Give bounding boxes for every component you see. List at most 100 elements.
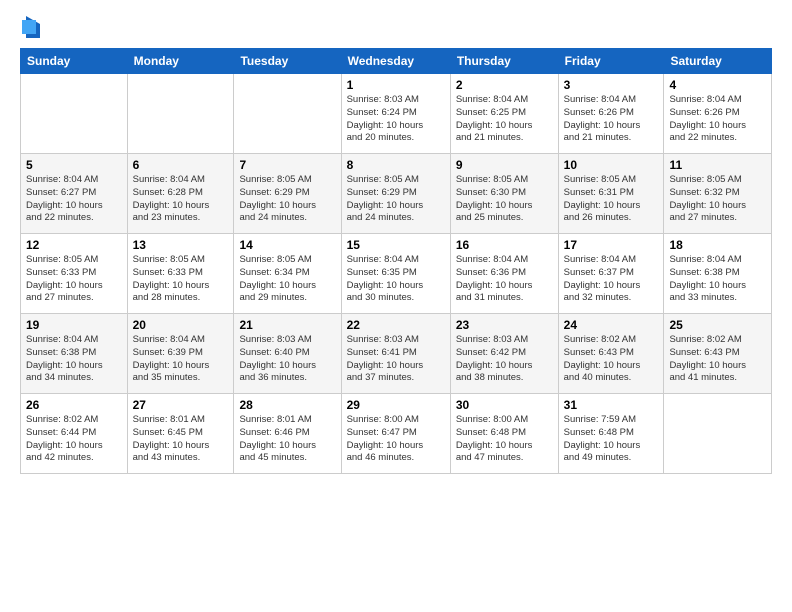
day-info: Sunrise: 8:01 AM Sunset: 6:45 PM Dayligh… bbox=[133, 414, 229, 465]
day-info: Sunrise: 8:05 AM Sunset: 6:30 PM Dayligh… bbox=[456, 174, 553, 225]
calendar-cell: 5 Sunrise: 8:04 AM Sunset: 6:27 PM Daylig… bbox=[21, 154, 128, 234]
calendar-cell: 6 Sunrise: 8:04 AM Sunset: 6:28 PM Daylig… bbox=[127, 154, 234, 234]
day-number: 17 bbox=[564, 238, 659, 252]
day-info: Sunrise: 8:04 AM Sunset: 6:37 PM Dayligh… bbox=[564, 254, 659, 305]
day-number: 7 bbox=[239, 158, 335, 172]
day-info: Sunrise: 7:59 AM Sunset: 6:48 PM Dayligh… bbox=[564, 414, 659, 465]
calendar-cell: 19 Sunrise: 8:04 AM Sunset: 6:38 PM Dayli… bbox=[21, 314, 128, 394]
day-info: Sunrise: 8:04 AM Sunset: 6:35 PM Dayligh… bbox=[347, 254, 445, 305]
day-number: 4 bbox=[669, 78, 766, 92]
calendar-cell: 10Sunrise: 8:05 AM Sunset: 6:31 PM Dayli… bbox=[558, 154, 664, 234]
day-number: 3 bbox=[564, 78, 659, 92]
day-info: Sunrise: 8:04 AM Sunset: 6:39 PM Dayligh… bbox=[133, 334, 229, 385]
calendar-cell: 2 Sunrise: 8:04 AM Sunset: 6:25 PM Daylig… bbox=[450, 74, 558, 154]
day-info: Sunrise: 8:00 AM Sunset: 6:48 PM Dayligh… bbox=[456, 414, 553, 465]
calendar-cell: 22 Sunrise: 8:03 AM Sunset: 6:41 PM Dayli… bbox=[341, 314, 450, 394]
day-info: Sunrise: 8:05 AM Sunset: 6:29 PM Dayligh… bbox=[239, 174, 335, 225]
calendar-cell: 15 Sunrise: 8:04 AM Sunset: 6:35 PM Dayli… bbox=[341, 234, 450, 314]
page-header bbox=[20, 16, 772, 38]
day-number: 29 bbox=[347, 398, 445, 412]
calendar-cell bbox=[664, 394, 772, 474]
day-info: Sunrise: 8:04 AM Sunset: 6:27 PM Dayligh… bbox=[26, 174, 122, 225]
day-number: 11 bbox=[669, 158, 766, 172]
day-number: 9 bbox=[456, 158, 553, 172]
calendar-cell bbox=[127, 74, 234, 154]
day-number: 21 bbox=[239, 318, 335, 332]
day-number: 14 bbox=[239, 238, 335, 252]
calendar-cell: 31Sunrise: 7:59 AM Sunset: 6:48 PM Dayli… bbox=[558, 394, 664, 474]
day-info: Sunrise: 8:03 AM Sunset: 6:42 PM Dayligh… bbox=[456, 334, 553, 385]
calendar-week-1: 1 Sunrise: 8:03 AM Sunset: 6:24 PM Daylig… bbox=[21, 74, 772, 154]
weekday-header-tuesday: Tuesday bbox=[234, 49, 341, 74]
calendar-cell: 1 Sunrise: 8:03 AM Sunset: 6:24 PM Daylig… bbox=[341, 74, 450, 154]
day-info: Sunrise: 8:05 AM Sunset: 6:32 PM Dayligh… bbox=[669, 174, 766, 225]
day-number: 22 bbox=[347, 318, 445, 332]
day-number: 5 bbox=[26, 158, 122, 172]
day-info: Sunrise: 8:04 AM Sunset: 6:25 PM Dayligh… bbox=[456, 94, 553, 145]
calendar-cell: 28 Sunrise: 8:01 AM Sunset: 6:46 PM Dayli… bbox=[234, 394, 341, 474]
calendar-week-4: 19 Sunrise: 8:04 AM Sunset: 6:38 PM Dayli… bbox=[21, 314, 772, 394]
day-number: 28 bbox=[239, 398, 335, 412]
calendar-cell: 4 Sunrise: 8:04 AM Sunset: 6:26 PM Daylig… bbox=[664, 74, 772, 154]
calendar-cell: 8 Sunrise: 8:05 AM Sunset: 6:29 PM Daylig… bbox=[341, 154, 450, 234]
day-info: Sunrise: 8:03 AM Sunset: 6:24 PM Dayligh… bbox=[347, 94, 445, 145]
day-info: Sunrise: 8:01 AM Sunset: 6:46 PM Dayligh… bbox=[239, 414, 335, 465]
calendar-cell: 17 Sunrise: 8:04 AM Sunset: 6:37 PM Dayli… bbox=[558, 234, 664, 314]
weekday-header-wednesday: Wednesday bbox=[341, 49, 450, 74]
day-info: Sunrise: 8:05 AM Sunset: 6:33 PM Dayligh… bbox=[26, 254, 122, 305]
calendar-page: SundayMondayTuesdayWednesdayThursdayFrid… bbox=[0, 0, 792, 612]
calendar-week-2: 5 Sunrise: 8:04 AM Sunset: 6:27 PM Daylig… bbox=[21, 154, 772, 234]
calendar-cell: 25Sunrise: 8:02 AM Sunset: 6:43 PM Dayli… bbox=[664, 314, 772, 394]
calendar-cell: 16 Sunrise: 8:04 AM Sunset: 6:36 PM Dayli… bbox=[450, 234, 558, 314]
calendar-cell: 24 Sunrise: 8:02 AM Sunset: 6:43 PM Dayli… bbox=[558, 314, 664, 394]
day-info: Sunrise: 8:02 AM Sunset: 6:43 PM Dayligh… bbox=[669, 334, 766, 385]
calendar-cell: 13 Sunrise: 8:05 AM Sunset: 6:33 PM Dayli… bbox=[127, 234, 234, 314]
day-info: Sunrise: 8:05 AM Sunset: 6:29 PM Dayligh… bbox=[347, 174, 445, 225]
calendar-cell: 14Sunrise: 8:05 AM Sunset: 6:34 PM Dayli… bbox=[234, 234, 341, 314]
calendar-cell: 21 Sunrise: 8:03 AM Sunset: 6:40 PM Dayli… bbox=[234, 314, 341, 394]
calendar-cell: 12Sunrise: 8:05 AM Sunset: 6:33 PM Dayli… bbox=[21, 234, 128, 314]
calendar-cell: 3 Sunrise: 8:04 AM Sunset: 6:26 PM Daylig… bbox=[558, 74, 664, 154]
day-info: Sunrise: 8:04 AM Sunset: 6:36 PM Dayligh… bbox=[456, 254, 553, 305]
day-number: 10 bbox=[564, 158, 659, 172]
calendar-cell: 20 Sunrise: 8:04 AM Sunset: 6:39 PM Dayli… bbox=[127, 314, 234, 394]
calendar-cell: 7 Sunrise: 8:05 AM Sunset: 6:29 PM Daylig… bbox=[234, 154, 341, 234]
calendar-cell: 29 Sunrise: 8:00 AM Sunset: 6:47 PM Dayli… bbox=[341, 394, 450, 474]
day-info: Sunrise: 8:04 AM Sunset: 6:28 PM Dayligh… bbox=[133, 174, 229, 225]
day-number: 26 bbox=[26, 398, 122, 412]
calendar-cell: 23 Sunrise: 8:03 AM Sunset: 6:42 PM Dayli… bbox=[450, 314, 558, 394]
day-info: Sunrise: 8:02 AM Sunset: 6:43 PM Dayligh… bbox=[564, 334, 659, 385]
day-info: Sunrise: 8:04 AM Sunset: 6:26 PM Dayligh… bbox=[669, 94, 766, 145]
weekday-header-friday: Friday bbox=[558, 49, 664, 74]
logo-icon bbox=[22, 16, 40, 38]
day-number: 13 bbox=[133, 238, 229, 252]
day-info: Sunrise: 8:03 AM Sunset: 6:41 PM Dayligh… bbox=[347, 334, 445, 385]
weekday-header-saturday: Saturday bbox=[664, 49, 772, 74]
day-info: Sunrise: 8:04 AM Sunset: 6:38 PM Dayligh… bbox=[26, 334, 122, 385]
day-number: 24 bbox=[564, 318, 659, 332]
calendar-cell: 30 Sunrise: 8:00 AM Sunset: 6:48 PM Dayli… bbox=[450, 394, 558, 474]
day-number: 30 bbox=[456, 398, 553, 412]
calendar-week-5: 26Sunrise: 8:02 AM Sunset: 6:44 PM Dayli… bbox=[21, 394, 772, 474]
day-info: Sunrise: 8:04 AM Sunset: 6:26 PM Dayligh… bbox=[564, 94, 659, 145]
day-number: 27 bbox=[133, 398, 229, 412]
day-number: 19 bbox=[26, 318, 122, 332]
calendar-table: SundayMondayTuesdayWednesdayThursdayFrid… bbox=[20, 48, 772, 474]
day-number: 8 bbox=[347, 158, 445, 172]
day-number: 6 bbox=[133, 158, 229, 172]
calendar-cell: 18Sunrise: 8:04 AM Sunset: 6:38 PM Dayli… bbox=[664, 234, 772, 314]
day-number: 15 bbox=[347, 238, 445, 252]
day-info: Sunrise: 8:03 AM Sunset: 6:40 PM Dayligh… bbox=[239, 334, 335, 385]
day-number: 16 bbox=[456, 238, 553, 252]
day-info: Sunrise: 8:05 AM Sunset: 6:33 PM Dayligh… bbox=[133, 254, 229, 305]
day-number: 2 bbox=[456, 78, 553, 92]
logo bbox=[20, 16, 40, 38]
day-info: Sunrise: 8:00 AM Sunset: 6:47 PM Dayligh… bbox=[347, 414, 445, 465]
day-number: 1 bbox=[347, 78, 445, 92]
day-number: 20 bbox=[133, 318, 229, 332]
day-number: 23 bbox=[456, 318, 553, 332]
calendar-cell: 26Sunrise: 8:02 AM Sunset: 6:44 PM Dayli… bbox=[21, 394, 128, 474]
weekday-header-sunday: Sunday bbox=[21, 49, 128, 74]
calendar-cell: 9 Sunrise: 8:05 AM Sunset: 6:30 PM Daylig… bbox=[450, 154, 558, 234]
weekday-header-monday: Monday bbox=[127, 49, 234, 74]
